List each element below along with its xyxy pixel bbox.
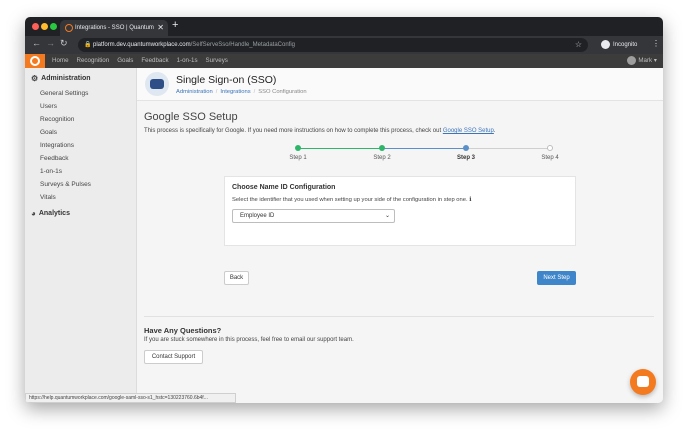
avatar: [627, 55, 637, 65]
divider: [144, 316, 654, 317]
quantum-logo-icon: [30, 56, 40, 66]
sso-lock-icon: [145, 72, 169, 96]
name-id-select[interactable]: Employee ID ⌄: [232, 209, 395, 223]
address-bar[interactable]: 🔒 platform.dev.quantumworkplace.com/Self…: [78, 38, 588, 52]
app-navbar: Home Recognition Goals Feedback 1-on-1s …: [25, 54, 663, 68]
back-button[interactable]: Back: [224, 271, 249, 285]
page-title: Single Sign-on (SSO): [176, 74, 277, 86]
sidebar-item-users[interactable]: Users: [40, 103, 57, 110]
chat-bubble-icon: [637, 376, 649, 387]
incognito-indicator[interactable]: Incognito: [601, 39, 637, 51]
setup-title: Google SSO Setup: [144, 111, 238, 123]
chevron-down-icon: ⌄: [384, 213, 390, 219]
quantum-favicon-icon: [65, 24, 73, 32]
step-4-label: Step 4: [541, 155, 559, 161]
contact-support-button[interactable]: Contact Support: [144, 350, 203, 364]
chat-button[interactable]: [630, 369, 656, 395]
breadcrumb: Administration / Integrations / SSO Configur…: [176, 89, 307, 95]
setup-description: This process is specifically for Google.…: [144, 128, 496, 134]
sidebar: ⚙ Administration General Settings Users …: [25, 68, 137, 403]
sidebar-item-goals[interactable]: Goals: [40, 129, 57, 136]
caret-down-icon: ▾: [653, 57, 657, 64]
incognito-icon: [601, 39, 610, 49]
step-connector-2: [383, 148, 467, 149]
tab-title: Integrations - SSO | Quantum: [75, 25, 154, 31]
url-host: platform.dev.quantumworkplace.com: [93, 42, 191, 48]
back-arrow-icon[interactable]: ←: [32, 38, 41, 48]
card-description: Select the identifier that you used when…: [232, 197, 471, 203]
sidebar-item-surveys-pulses[interactable]: Surveys & Pulses: [40, 181, 91, 188]
sidebar-item-1-on-1s[interactable]: 1-on-1s: [40, 168, 62, 175]
main-nav: Home Recognition Goals Feedback 1-on-1s …: [52, 54, 228, 68]
reload-icon[interactable]: ↻: [60, 38, 68, 49]
info-icon[interactable]: ℹ: [469, 197, 471, 203]
google-sso-setup-link[interactable]: Google SSO Setup: [443, 128, 494, 134]
url-path: /SelfServeSso/Handle_MetadataConfig: [190, 42, 296, 48]
questions-description: If you are stuck somewhere in this proce…: [144, 337, 354, 343]
nav-surveys[interactable]: Surveys: [206, 54, 228, 68]
status-bar-url: https://help.quantumworkplace.com/google…: [25, 393, 236, 403]
breadcrumb-administration[interactable]: Administration: [176, 89, 213, 95]
user-menu[interactable]: Mark ▾: [627, 54, 657, 68]
browser-tab[interactable]: Integrations - SSO | Quantum ✕: [60, 20, 168, 36]
step-2-label: Step 2: [373, 155, 391, 161]
nav-1-on-1s[interactable]: 1-on-1s: [177, 54, 198, 68]
page-header: Single Sign-on (SSO) Administration / Inte…: [137, 68, 663, 101]
nav-feedback[interactable]: Feedback: [141, 54, 168, 68]
bookmark-star-icon[interactable]: ☆: [575, 38, 582, 52]
quantum-logo[interactable]: [25, 54, 45, 68]
sidebar-heading-analytics[interactable]: ◕ Analytics: [31, 209, 70, 218]
step-connector-1: [299, 148, 383, 149]
step-1-dot: [295, 145, 301, 151]
pie-chart-icon: ◕: [31, 209, 36, 218]
main-content: Single Sign-on (SSO) Administration / Inte…: [137, 68, 663, 403]
nav-goals[interactable]: Goals: [117, 54, 133, 68]
card-title: Choose Name ID Configuration: [232, 184, 336, 191]
breadcrumb-integrations[interactable]: Integrations: [220, 89, 250, 95]
browser-toolbar: ← → ↻ 🔒 platform.dev.quantumworkplace.co…: [25, 36, 663, 54]
step-4-dot: [547, 145, 553, 151]
nav-recognition[interactable]: Recognition: [77, 54, 110, 68]
minimize-window-button[interactable]: [41, 23, 48, 30]
forward-arrow-icon[interactable]: →: [46, 38, 55, 48]
close-window-button[interactable]: [32, 23, 39, 30]
step-3-dot: [463, 145, 469, 151]
card-description-text: Select the identifier that you used when…: [232, 197, 468, 203]
tab-close-icon[interactable]: ✕: [157, 20, 164, 36]
step-2-dot: [379, 145, 385, 151]
browser-menu-icon[interactable]: ⋮: [652, 39, 660, 48]
sidebar-heading-label: Administration: [41, 75, 91, 82]
sidebar-item-feedback[interactable]: Feedback: [40, 155, 69, 162]
browser-window: Integrations - SSO | Quantum ✕ + ← → ↻ 🔒…: [25, 17, 663, 403]
select-value: Employee ID: [240, 213, 275, 219]
questions-title: Have Any Questions?: [144, 326, 222, 335]
step-1-label: Step 1: [289, 155, 307, 161]
sidebar-heading-label: Analytics: [38, 210, 70, 217]
sidebar-heading-administration[interactable]: ⚙ Administration: [31, 74, 91, 83]
new-tab-button[interactable]: +: [172, 19, 178, 31]
sidebar-item-integrations[interactable]: Integrations: [40, 142, 74, 149]
sidebar-item-general-settings[interactable]: General Settings: [40, 90, 88, 97]
sidebar-item-recognition[interactable]: Recognition: [40, 116, 74, 123]
breadcrumb-current: SSO Configuration: [258, 89, 307, 95]
gear-icon: ⚙: [31, 74, 39, 83]
zoom-window-button[interactable]: [50, 23, 57, 30]
next-step-button[interactable]: Next Step: [537, 271, 576, 285]
lock-icon: 🔒: [84, 42, 92, 48]
setup-description-period: .: [493, 128, 496, 134]
step-3-label: Step 3: [456, 155, 475, 161]
step-connector-3: [467, 148, 551, 149]
tab-bar: Integrations - SSO | Quantum ✕ +: [25, 17, 663, 36]
nav-home[interactable]: Home: [52, 54, 69, 68]
name-id-config-card: Choose Name ID Configuration Select the …: [224, 176, 576, 246]
user-name: Mark: [638, 57, 653, 64]
incognito-label: Incognito: [613, 42, 638, 48]
setup-description-text: This process is specifically for Google.…: [144, 128, 442, 134]
sidebar-item-vitals[interactable]: Vitals: [40, 194, 56, 201]
